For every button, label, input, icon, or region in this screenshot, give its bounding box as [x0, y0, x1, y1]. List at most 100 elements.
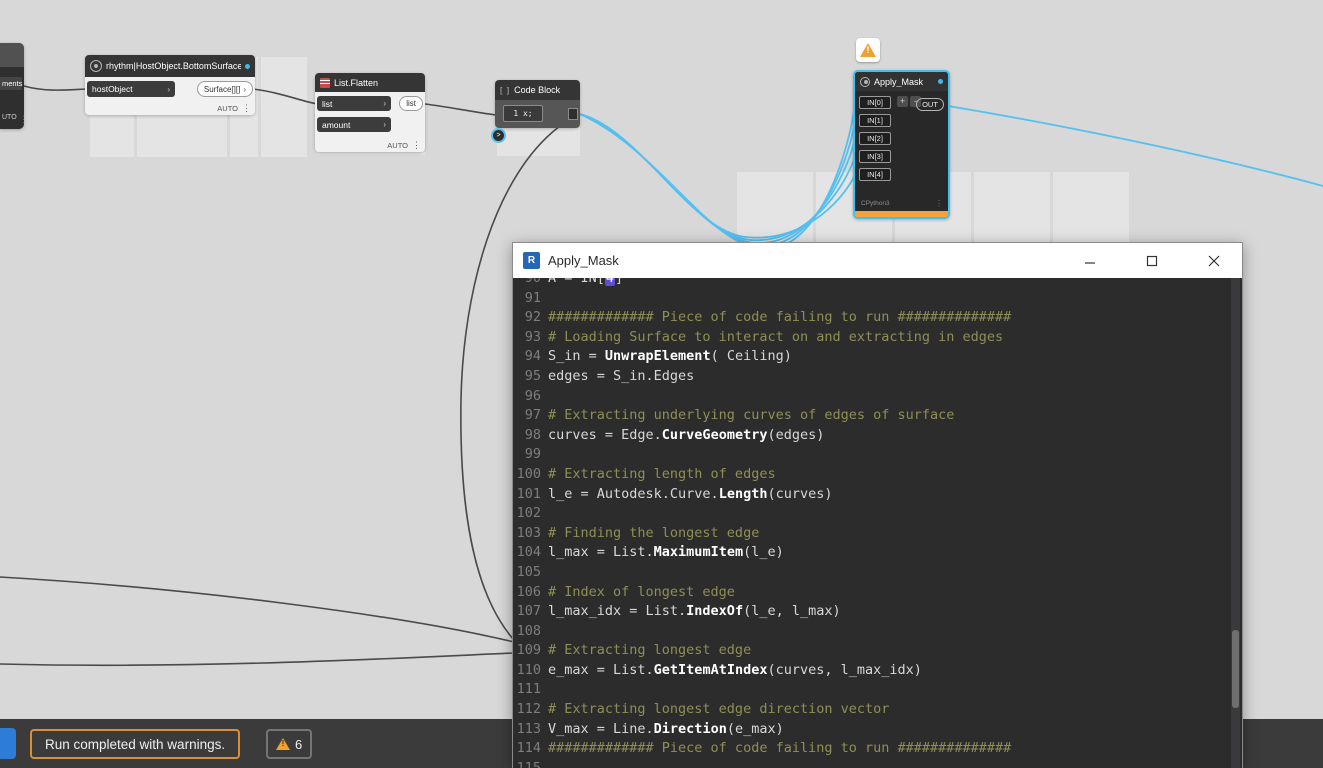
port-arrow-icon: ›	[243, 84, 246, 94]
code-line: 93 # Loading Surface to interact on and e…	[524, 328, 1004, 345]
code-block-icon: [ ]	[500, 85, 511, 95]
wire	[424, 103, 497, 116]
node-menu-icon[interactable]: ⋮	[20, 114, 29, 125]
warning-count: 6	[295, 736, 303, 752]
warning-triangle-icon	[276, 738, 290, 750]
code-line: 113 V_max = Line.Direction(e_max)	[516, 720, 784, 737]
node-apply-mask[interactable]: Apply_Mask IN[0] IN[1] IN[2] IN[3] IN[4] + -…	[853, 70, 950, 219]
code-line: 100 # Extracting length of edges	[516, 465, 776, 482]
preview-indicator[interactable]	[938, 79, 943, 84]
port-label: hostObject	[92, 84, 133, 94]
maximize-button[interactable]	[1129, 243, 1174, 278]
editor-title: Apply_Mask	[548, 253, 619, 268]
node-header[interactable]	[0, 43, 24, 67]
input-port-in[3][interactable]: IN[3]	[859, 150, 891, 163]
node-title: List.Flatten	[334, 77, 379, 88]
warning-triangle-icon	[860, 43, 876, 57]
wire-active	[579, 102, 856, 250]
input-port-hostobject[interactable]: hostObject ›	[87, 81, 175, 97]
run-status-message[interactable]: Run completed with warnings.	[30, 729, 241, 759]
code-line: 108	[516, 622, 541, 639]
output-port[interactable]: ments	[0, 77, 22, 90]
output-port[interactable]	[568, 108, 578, 120]
lacing-label[interactable]: AUTO	[387, 141, 408, 150]
code-line: 115	[516, 759, 541, 768]
code-block-expression[interactable]: 1 x;	[503, 105, 543, 122]
node-header[interactable]: Apply_Mask	[855, 72, 948, 91]
code-line: 103 # Finding the longest edge	[516, 524, 760, 541]
code-line: 109 # Extracting longest edge	[516, 642, 752, 659]
connected-port-icon[interactable]	[491, 128, 506, 143]
scrollbar[interactable]	[1231, 278, 1240, 768]
notifications-button[interactable]	[0, 728, 16, 759]
node-title: Apply_Mask	[874, 76, 924, 87]
node-warning-icon[interactable]	[856, 38, 880, 62]
output-port-list[interactable]: list	[399, 96, 423, 111]
python-script-editor-window: R Apply_Mask 90 A = IN[4] 91 92 ############…	[512, 242, 1243, 768]
wire-active	[579, 113, 856, 244]
code-line: 91	[524, 289, 541, 306]
add-input-button[interactable]: +	[897, 96, 908, 107]
run-status-text: Run completed with warnings.	[45, 736, 226, 752]
node-menu-icon[interactable]: ⋮	[242, 103, 251, 114]
node-footer: UTO ⋮	[2, 114, 29, 125]
code-line: 92 ############# Piece of code failing to…	[524, 309, 1012, 326]
node-header[interactable]: List.Flatten	[315, 73, 425, 92]
python-icon	[860, 76, 870, 87]
code-line: 102	[516, 505, 541, 522]
node-list-flatten[interactable]: List.Flatten list › amount › list AUTO ⋮	[315, 73, 425, 152]
input-port-list[interactable]: list ›	[317, 96, 391, 111]
node-code-block[interactable]: [ ] Code Block 1 x;	[491, 80, 580, 143]
node-footer: AUTO ⋮	[387, 140, 421, 151]
code-line: 90 A = IN[4]	[513, 278, 1242, 290]
code-line: 98 curves = Edge.CurveGeometry(edges)	[524, 426, 825, 443]
code-line: 106 # Index of longest edge	[516, 583, 735, 600]
input-port-in[4][interactable]: IN[4]	[859, 168, 891, 181]
minimize-button[interactable]	[1067, 243, 1112, 278]
close-button[interactable]	[1191, 243, 1236, 278]
input-port-amount[interactable]: amount ›	[317, 117, 391, 132]
warning-state-bar	[855, 211, 948, 217]
code-line: 99	[524, 446, 541, 463]
code-line: 104 l_max = List.MaximumItem(l_e)	[516, 544, 784, 561]
output-port-out[interactable]: OUT	[916, 98, 944, 111]
port-arrow-icon: ›	[383, 99, 386, 108]
port-label: list	[322, 98, 333, 109]
node-menu-icon[interactable]: ⋮	[935, 199, 943, 208]
python-script-icon: R	[523, 252, 540, 269]
code-lines: 90 A = IN[4] 91 92 ############# Piece of co…	[513, 278, 1242, 768]
wire	[0, 652, 515, 667]
node-hostobject-bottomsurface[interactable]: rhythm|HostObject.BottomSurface hostObje…	[85, 55, 255, 115]
warnings-badge[interactable]: 6	[266, 729, 313, 759]
port-label: Surface[][]	[203, 84, 241, 94]
code-line: 97 # Extracting underlying curves of edge…	[524, 407, 955, 424]
editor-titlebar[interactable]: R Apply_Mask	[513, 243, 1242, 278]
python-icon	[90, 60, 102, 72]
list-flatten-icon	[320, 77, 330, 88]
wire	[23, 85, 88, 91]
input-port-in[0][interactable]: IN[0]	[859, 96, 891, 109]
code-editor[interactable]: 90 A = IN[4] 91 92 ############# Piece of co…	[513, 278, 1242, 768]
node-footer: AUTO ⋮	[217, 103, 251, 114]
node-partial-left[interactable]: ments UTO ⋮	[0, 43, 29, 129]
engine-label: CPython3	[861, 200, 890, 207]
node-header[interactable]: rhythm|HostObject.BottomSurface	[85, 55, 255, 77]
code-line: 112 # Extracting longest edge direction v…	[516, 701, 890, 718]
port-label: list	[406, 99, 416, 108]
node-header[interactable]: [ ] Code Block	[495, 80, 580, 100]
node-title: rhythm|HostObject.BottomSurface	[106, 61, 241, 71]
node-title: Code Block	[514, 85, 561, 95]
lacing-label: UTO	[2, 114, 17, 121]
code-line: 95 edges = S_in.Edges	[524, 367, 695, 384]
lacing-label[interactable]: AUTO	[217, 104, 238, 113]
input-port-in[1][interactable]: IN[1]	[859, 114, 891, 127]
node-menu-icon[interactable]: ⋮	[412, 140, 421, 151]
code-line: 111	[516, 681, 541, 698]
code-line: 110 e_max = List.GetItemAtIndex(curves, l…	[516, 661, 922, 678]
preview-indicator[interactable]	[245, 63, 250, 69]
output-port-surface[interactable]: Surface[][] ›	[196, 81, 253, 97]
scrollbar-thumb[interactable]	[1232, 630, 1239, 708]
input-port-in[2][interactable]: IN[2]	[859, 132, 891, 145]
code-line: 94 S_in = UnwrapElement( Ceiling)	[524, 348, 792, 365]
wire	[252, 88, 318, 105]
